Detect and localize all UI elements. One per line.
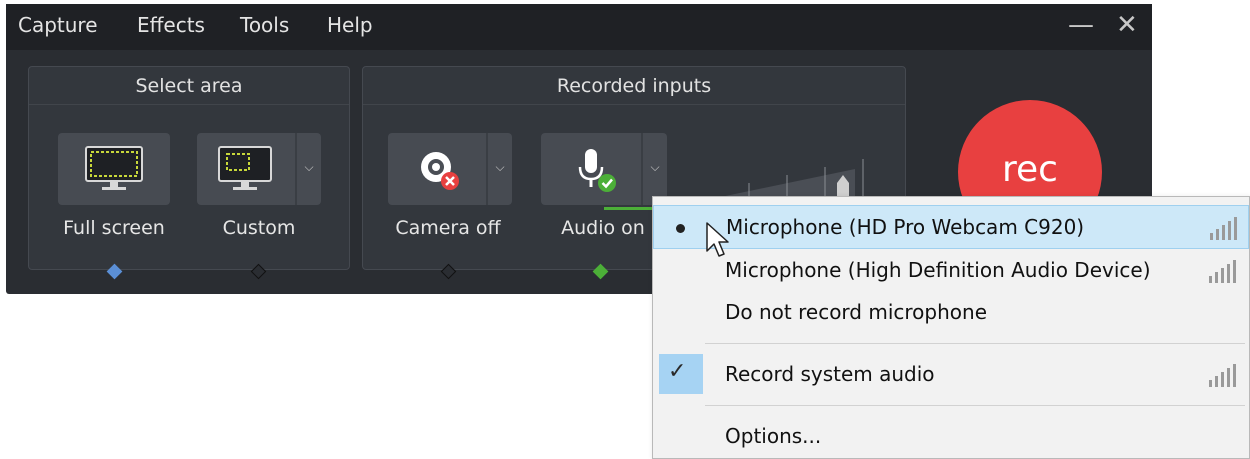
minimize-button[interactable]: — <box>1068 10 1094 40</box>
camera-dropdown-button[interactable]: ⌵ <box>486 133 512 205</box>
custom-dropdown-button[interactable]: ⌵ <box>295 133 321 205</box>
chevron-down-icon: ⌵ <box>304 160 314 174</box>
menu-item-options[interactable]: Options... <box>653 415 1249 459</box>
menu-item-label: Do not record microphone <box>725 300 987 324</box>
monitor-region-icon <box>218 146 272 190</box>
custom-area-button[interactable] <box>197 133 295 205</box>
camera-indicator <box>440 263 457 280</box>
webcam-off-icon <box>421 152 459 190</box>
audio-toggle-button[interactable] <box>541 133 641 205</box>
audio-source-menu: Microphone (HD Pro Webcam C920) Micropho… <box>652 196 1250 459</box>
menu-item-no-microphone[interactable]: Do not record microphone <box>653 291 1249 335</box>
menu-help[interactable]: Help <box>327 13 373 37</box>
menu-item-label: Options... <box>725 424 822 448</box>
audio-label: Audio on <box>561 217 645 239</box>
menu-item-label: Microphone (High Definition Audio Device… <box>725 258 1151 282</box>
menu-item-system-audio[interactable]: ✓ Record system audio <box>653 353 1249 397</box>
menu-item-hd-audio-mic[interactable]: Microphone (High Definition Audio Device… <box>653 249 1249 293</box>
camera-label: Camera off <box>395 217 501 239</box>
custom-label: Custom <box>222 217 296 239</box>
menu-separator <box>705 343 1245 344</box>
menu-separator <box>705 405 1245 406</box>
microphone-on-icon <box>578 149 616 192</box>
chevron-down-icon: ⌵ <box>495 160 505 174</box>
menu-item-label: Microphone (HD Pro Webcam C920) <box>726 215 1085 239</box>
menu-item-label: Record system audio <box>725 362 935 386</box>
camera-toggle-button[interactable] <box>388 133 486 205</box>
audio-indicator <box>592 263 609 280</box>
menu-tools[interactable]: Tools <box>240 13 289 37</box>
close-button[interactable]: ✕ <box>1116 10 1138 40</box>
selected-bullet-icon <box>676 224 685 233</box>
menu-item-hd-pro-webcam-mic[interactable]: Microphone (HD Pro Webcam C920) <box>653 205 1249 249</box>
signal-bars-icon <box>1209 364 1239 387</box>
menu-effects[interactable]: Effects <box>137 13 205 37</box>
select-area-panel: Select area Full screen ⌵ Custom <box>28 66 350 280</box>
full-screen-indicator <box>106 263 123 280</box>
recorded-inputs-title: Recorded inputs <box>363 67 905 105</box>
signal-bars-icon <box>1209 260 1239 283</box>
audio-dropdown-button[interactable]: ⌵ <box>641 133 667 205</box>
menu-bar: Capture Effects Tools Help — ✕ <box>6 4 1152 50</box>
full-screen-button[interactable] <box>58 133 170 205</box>
chevron-down-icon: ⌵ <box>650 160 660 174</box>
select-area-title: Select area <box>29 67 349 105</box>
custom-indicator <box>250 263 267 280</box>
menu-capture[interactable]: Capture <box>18 13 98 37</box>
full-screen-label: Full screen <box>63 217 165 239</box>
checkmark-icon: ✓ <box>668 359 687 384</box>
signal-bars-icon <box>1210 217 1240 240</box>
monitor-icon <box>85 146 143 190</box>
